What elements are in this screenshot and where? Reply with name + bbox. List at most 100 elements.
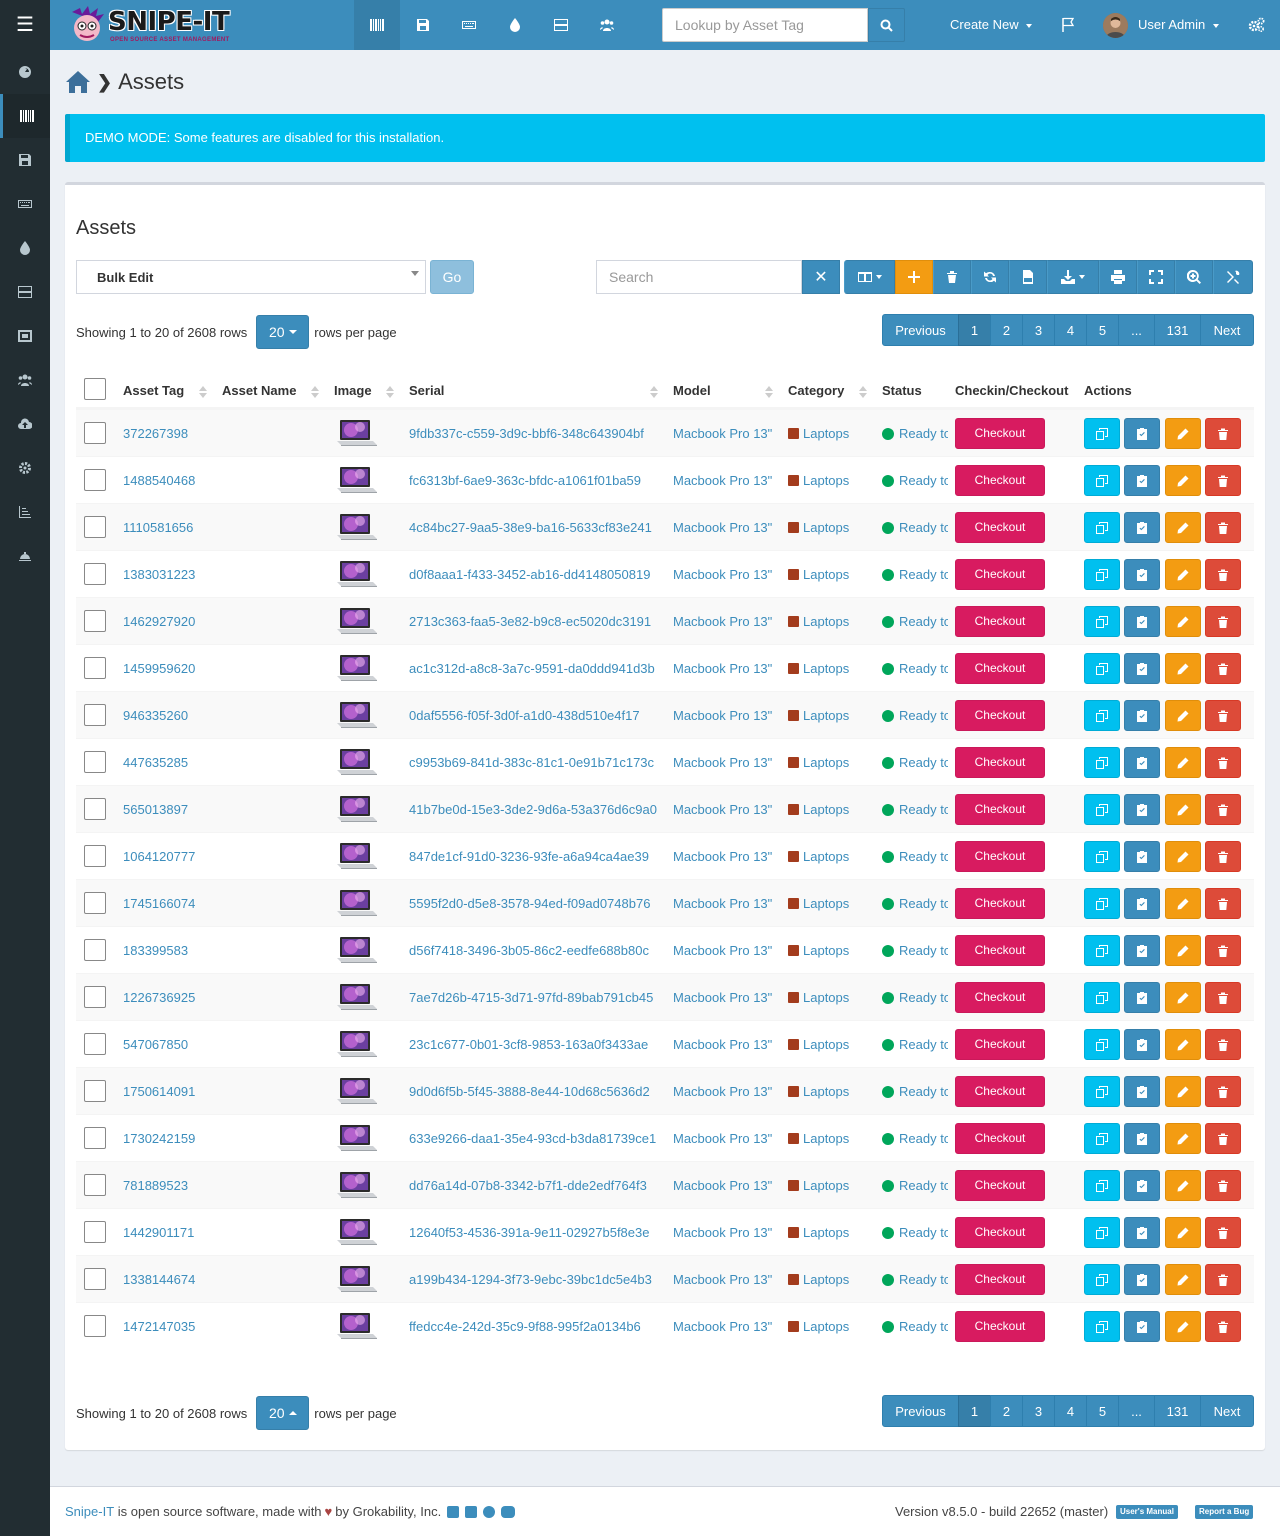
nav-licenses-save-icon[interactable] [400,0,446,50]
serial-link[interactable]: d56f7418-3496-3b05-86c2-eedfe688b80c [409,943,649,958]
checkout-button[interactable]: Checkout [955,841,1045,872]
status-link[interactable]: Ready to Deploy [882,896,948,911]
status-link[interactable]: Ready to Deploy [882,943,948,958]
checkout-button[interactable]: Checkout [955,794,1045,825]
asset-thumbnail-image[interactable] [334,840,379,872]
checkout-button[interactable]: Checkout [955,465,1045,496]
delete-button[interactable] [1205,888,1241,919]
delete-button[interactable] [1205,747,1241,778]
category-link[interactable]: Laptops [788,1178,849,1193]
column-asset-name[interactable]: Asset Name [222,383,296,398]
serial-link[interactable]: fc6313bf-6ae9-363c-bfdc-a1061f01ba59 [409,473,641,488]
clone-button[interactable] [1084,465,1120,496]
model-link[interactable]: Macbook Pro 13" [673,1084,772,1099]
asset-tag-link[interactable]: 1488540468 [123,473,195,488]
previous-page-button[interactable]: Previous [882,314,959,346]
edit-button[interactable] [1165,1217,1201,1248]
serial-link[interactable]: 2713c363-faa5-3e82-b9c8-ec5020dc3191 [409,614,651,629]
edit-button[interactable] [1165,559,1201,590]
page-5-button[interactable]: 5 [1086,314,1119,346]
audit-button[interactable] [1124,606,1160,637]
asset-thumbnail-image[interactable] [334,464,379,496]
audit-button[interactable] [1124,559,1160,590]
status-link[interactable]: Ready to Deploy [882,755,948,770]
bulk-actions-select[interactable]: Bulk Edit [76,260,426,294]
user-menu-dropdown[interactable]: User Admin [1138,17,1219,32]
asset-thumbnail-image[interactable] [334,1075,379,1107]
create-new-dropdown[interactable]: Create New [950,17,1033,32]
status-link[interactable]: Ready to Deploy [882,567,948,582]
asset-thumbnail-image[interactable] [334,1169,379,1201]
audit-button[interactable] [1124,1311,1160,1342]
edit-button[interactable] [1165,841,1201,872]
asset-tag-link[interactable]: 781889523 [123,1178,188,1193]
page-size-dropdown[interactable]: 20 [256,1396,310,1430]
clone-button[interactable] [1084,888,1120,919]
clone-button[interactable] [1084,653,1120,684]
status-link[interactable]: Ready to Deploy [882,661,948,676]
checkout-button[interactable]: Checkout [955,700,1045,731]
serial-link[interactable]: ac1c312d-a8c8-3a7c-9591-da0ddd941d3b [409,661,655,676]
asset-tag-link[interactable]: 1226736925 [123,990,195,1005]
audit-button[interactable] [1124,794,1160,825]
model-link[interactable]: Macbook Pro 13" [673,1131,772,1146]
row-select-checkbox[interactable] [84,657,106,679]
status-link[interactable]: Ready to Deploy [882,614,948,629]
model-link[interactable]: Macbook Pro 13" [673,614,772,629]
audit-button[interactable] [1124,841,1160,872]
edit-button[interactable] [1165,700,1201,731]
clone-button[interactable] [1084,418,1120,449]
github-icon[interactable] [465,1505,478,1518]
row-select-checkbox[interactable] [84,939,106,961]
clone-button[interactable] [1084,1170,1120,1201]
row-select-checkbox[interactable] [84,1174,106,1196]
page-2-button[interactable]: 2 [990,314,1023,346]
refresh-button[interactable] [971,260,1009,294]
audit-button[interactable] [1124,653,1160,684]
audit-button[interactable] [1124,1123,1160,1154]
category-link[interactable]: Laptops [788,520,849,535]
page-4-button[interactable]: 4 [1054,314,1087,346]
edit-button[interactable] [1165,1029,1201,1060]
page-131-button[interactable]: 131 [1154,314,1201,346]
checkout-button[interactable]: Checkout [955,935,1045,966]
column-status[interactable]: Status [882,383,922,398]
row-select-checkbox[interactable] [84,798,106,820]
audit-button[interactable] [1124,512,1160,543]
previous-page-button[interactable]: Previous [882,1395,959,1427]
clone-button[interactable] [1084,1264,1120,1295]
edit-button[interactable] [1165,512,1201,543]
lookup-search-button[interactable] [868,8,905,42]
category-link[interactable]: Laptops [788,943,849,958]
edit-button[interactable] [1165,982,1201,1013]
clone-button[interactable] [1084,747,1120,778]
row-select-checkbox[interactable] [84,516,106,538]
model-link[interactable]: Macbook Pro 13" [673,802,772,817]
edit-button[interactable] [1165,418,1201,449]
audit-button[interactable] [1124,888,1160,919]
asset-tag-link[interactable]: 1459959620 [123,661,195,676]
serial-link[interactable]: 0daf5556-f05f-3d0f-a1d0-438d510e4f17 [409,708,640,723]
nav-accessories-keyboard-icon[interactable] [446,0,492,50]
mastodon-icon[interactable] [483,1505,496,1518]
clone-button[interactable] [1084,1029,1120,1060]
row-select-checkbox[interactable] [84,892,106,914]
status-link[interactable]: Ready to Deploy [882,1319,948,1334]
audit-button[interactable] [1124,747,1160,778]
asset-tag-link[interactable]: 1338144674 [123,1272,195,1287]
cogs-icon[interactable] [1248,17,1266,33]
model-link[interactable]: Macbook Pro 13" [673,990,772,1005]
page-5-button[interactable]: 5 [1086,1395,1119,1427]
category-link[interactable]: Laptops [788,1272,849,1287]
sidebar-item-accessories[interactable] [0,182,50,226]
asset-thumbnail-image[interactable] [334,887,379,919]
clone-button[interactable] [1084,935,1120,966]
serial-link[interactable]: 9fdb337c-c559-3d9c-bbf6-348c643904bf [409,426,644,441]
model-link[interactable]: Macbook Pro 13" [673,520,772,535]
category-link[interactable]: Laptops [788,708,849,723]
status-link[interactable]: Ready to Deploy [882,849,948,864]
model-link[interactable]: Macbook Pro 13" [673,1319,772,1334]
category-link[interactable]: Laptops [788,1319,849,1334]
columns-toggle-button[interactable] [844,260,895,294]
clone-button[interactable] [1084,559,1120,590]
